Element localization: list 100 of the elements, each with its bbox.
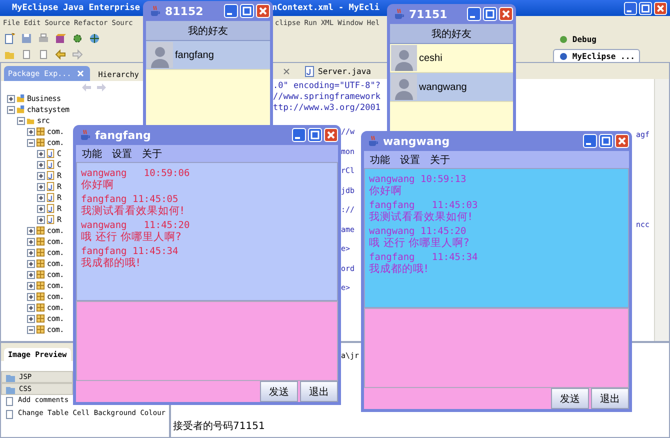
list-header: 我的好友 [146,21,270,41]
package-icon [36,138,45,147]
collapse-icon[interactable] [17,116,25,124]
maximize-button[interactable] [240,4,254,18]
java-file-icon [46,149,55,158]
new-file-icon[interactable] [4,32,15,44]
globe-icon[interactable] [89,32,100,44]
package-icon [36,237,45,246]
menu-item[interactable]: 设置 [112,146,132,160]
document-icon [4,396,15,407]
expand-icon[interactable] [27,282,35,290]
package-icon [36,325,45,334]
expand-icon[interactable] [37,204,45,212]
editor-tab[interactable]: Server.java [300,64,375,78]
message-text: 哦 还行 你哪里人啊? [81,231,182,244]
expand-icon[interactable] [27,238,35,246]
print-icon[interactable] [38,32,49,44]
package-icon [36,314,45,323]
minimize-button[interactable] [624,2,637,14]
window-title: fangfang [95,128,151,142]
java-file-icon [46,215,55,224]
collapse-icon[interactable] [27,138,35,146]
message-header: fangfang 11:45:05 [81,194,180,205]
package-icon [36,259,45,268]
expand-icon[interactable] [27,314,35,322]
message-header: fangfang 11:45:03 [369,200,479,211]
expand-icon[interactable] [27,226,35,234]
message-text: 我成都的哦! [369,263,430,276]
menu-item[interactable]: 关于 [430,152,450,166]
save-icon[interactable] [21,32,32,44]
document-icon[interactable] [38,48,49,60]
maximize-button[interactable] [639,2,652,14]
message-header: wangwang 10:59:13 [369,174,468,185]
expand-icon[interactable] [37,216,45,224]
message-text: 你好啊 [369,185,403,198]
minimize-button[interactable] [583,134,597,148]
expand-icon[interactable] [27,260,35,268]
close-button[interactable] [324,128,338,142]
minimize-button[interactable] [292,128,306,142]
folder-icon [26,116,35,125]
window-title: 71151 [409,8,448,20]
cup-icon [149,5,161,17]
vertical-scrollbar[interactable] [654,79,669,341]
code-line: .0" encoding="UTF-8"? [273,81,380,92]
java-file-icon [46,160,55,169]
message-input[interactable] [76,301,338,381]
close-button[interactable] [654,2,667,14]
arrow-left-icon[interactable] [55,48,66,60]
chat-button[interactable]: 退出 [300,381,338,402]
java-file-icon [46,193,55,202]
expand-icon[interactable] [37,194,45,202]
menu-item[interactable]: 功能 [370,152,390,166]
message-input[interactable] [364,308,629,388]
close-button[interactable] [499,7,513,21]
expand-icon[interactable] [37,182,45,190]
java-file-icon [46,204,55,213]
chat-button[interactable]: 发送 [551,388,589,409]
perspective-button[interactable]: Debug [553,32,602,47]
chat-button[interactable]: 退出 [591,388,629,409]
avatar-icon [391,45,417,71]
close-icon[interactable] [281,66,292,76]
expand-icon[interactable] [27,304,35,312]
console-line: 接受者的号码71151 [173,420,266,433]
cup-icon [393,8,405,20]
friend-item[interactable]: fangfang [146,41,270,70]
java-file-icon [46,171,55,180]
collapse-icon[interactable] [27,326,35,334]
chat-button[interactable]: 发送 [260,381,298,402]
expand-icon[interactable] [27,128,35,136]
avatar-icon [147,42,173,68]
maximize-button[interactable] [483,7,497,21]
menu-item[interactable]: 功能 [82,146,102,160]
package-icon [36,303,45,312]
close-button[interactable] [256,4,270,18]
maximize-button[interactable] [308,128,322,142]
java-file-icon [46,182,55,191]
maximize-button[interactable] [599,134,613,148]
window-title: MyEclipse Java Enterprise [12,3,140,13]
menu-item[interactable]: 关于 [142,146,162,160]
expand-icon[interactable] [7,94,15,102]
avatar-icon [391,74,417,100]
collapse-icon[interactable] [7,106,15,114]
project-icon [16,105,25,114]
close-icon[interactable] [75,68,86,79]
document-icon[interactable] [21,48,32,60]
friend-item[interactable]: wangwang [390,73,513,102]
box-icon[interactable] [55,32,66,44]
close-button[interactable] [615,134,629,148]
expand-icon[interactable] [37,172,45,180]
expand-icon[interactable] [27,292,35,300]
expand-icon[interactable] [27,270,35,278]
java-file-icon [304,66,315,76]
code-line: //www.springframework [273,92,380,103]
expand-icon[interactable] [27,248,35,256]
minimize-button[interactable] [224,4,238,18]
minimize-button[interactable] [467,7,481,21]
expand-icon[interactable] [37,150,45,158]
expand-icon[interactable] [37,160,45,168]
window-title: wangwang [383,134,450,148]
menu-item[interactable]: 设置 [400,152,420,166]
